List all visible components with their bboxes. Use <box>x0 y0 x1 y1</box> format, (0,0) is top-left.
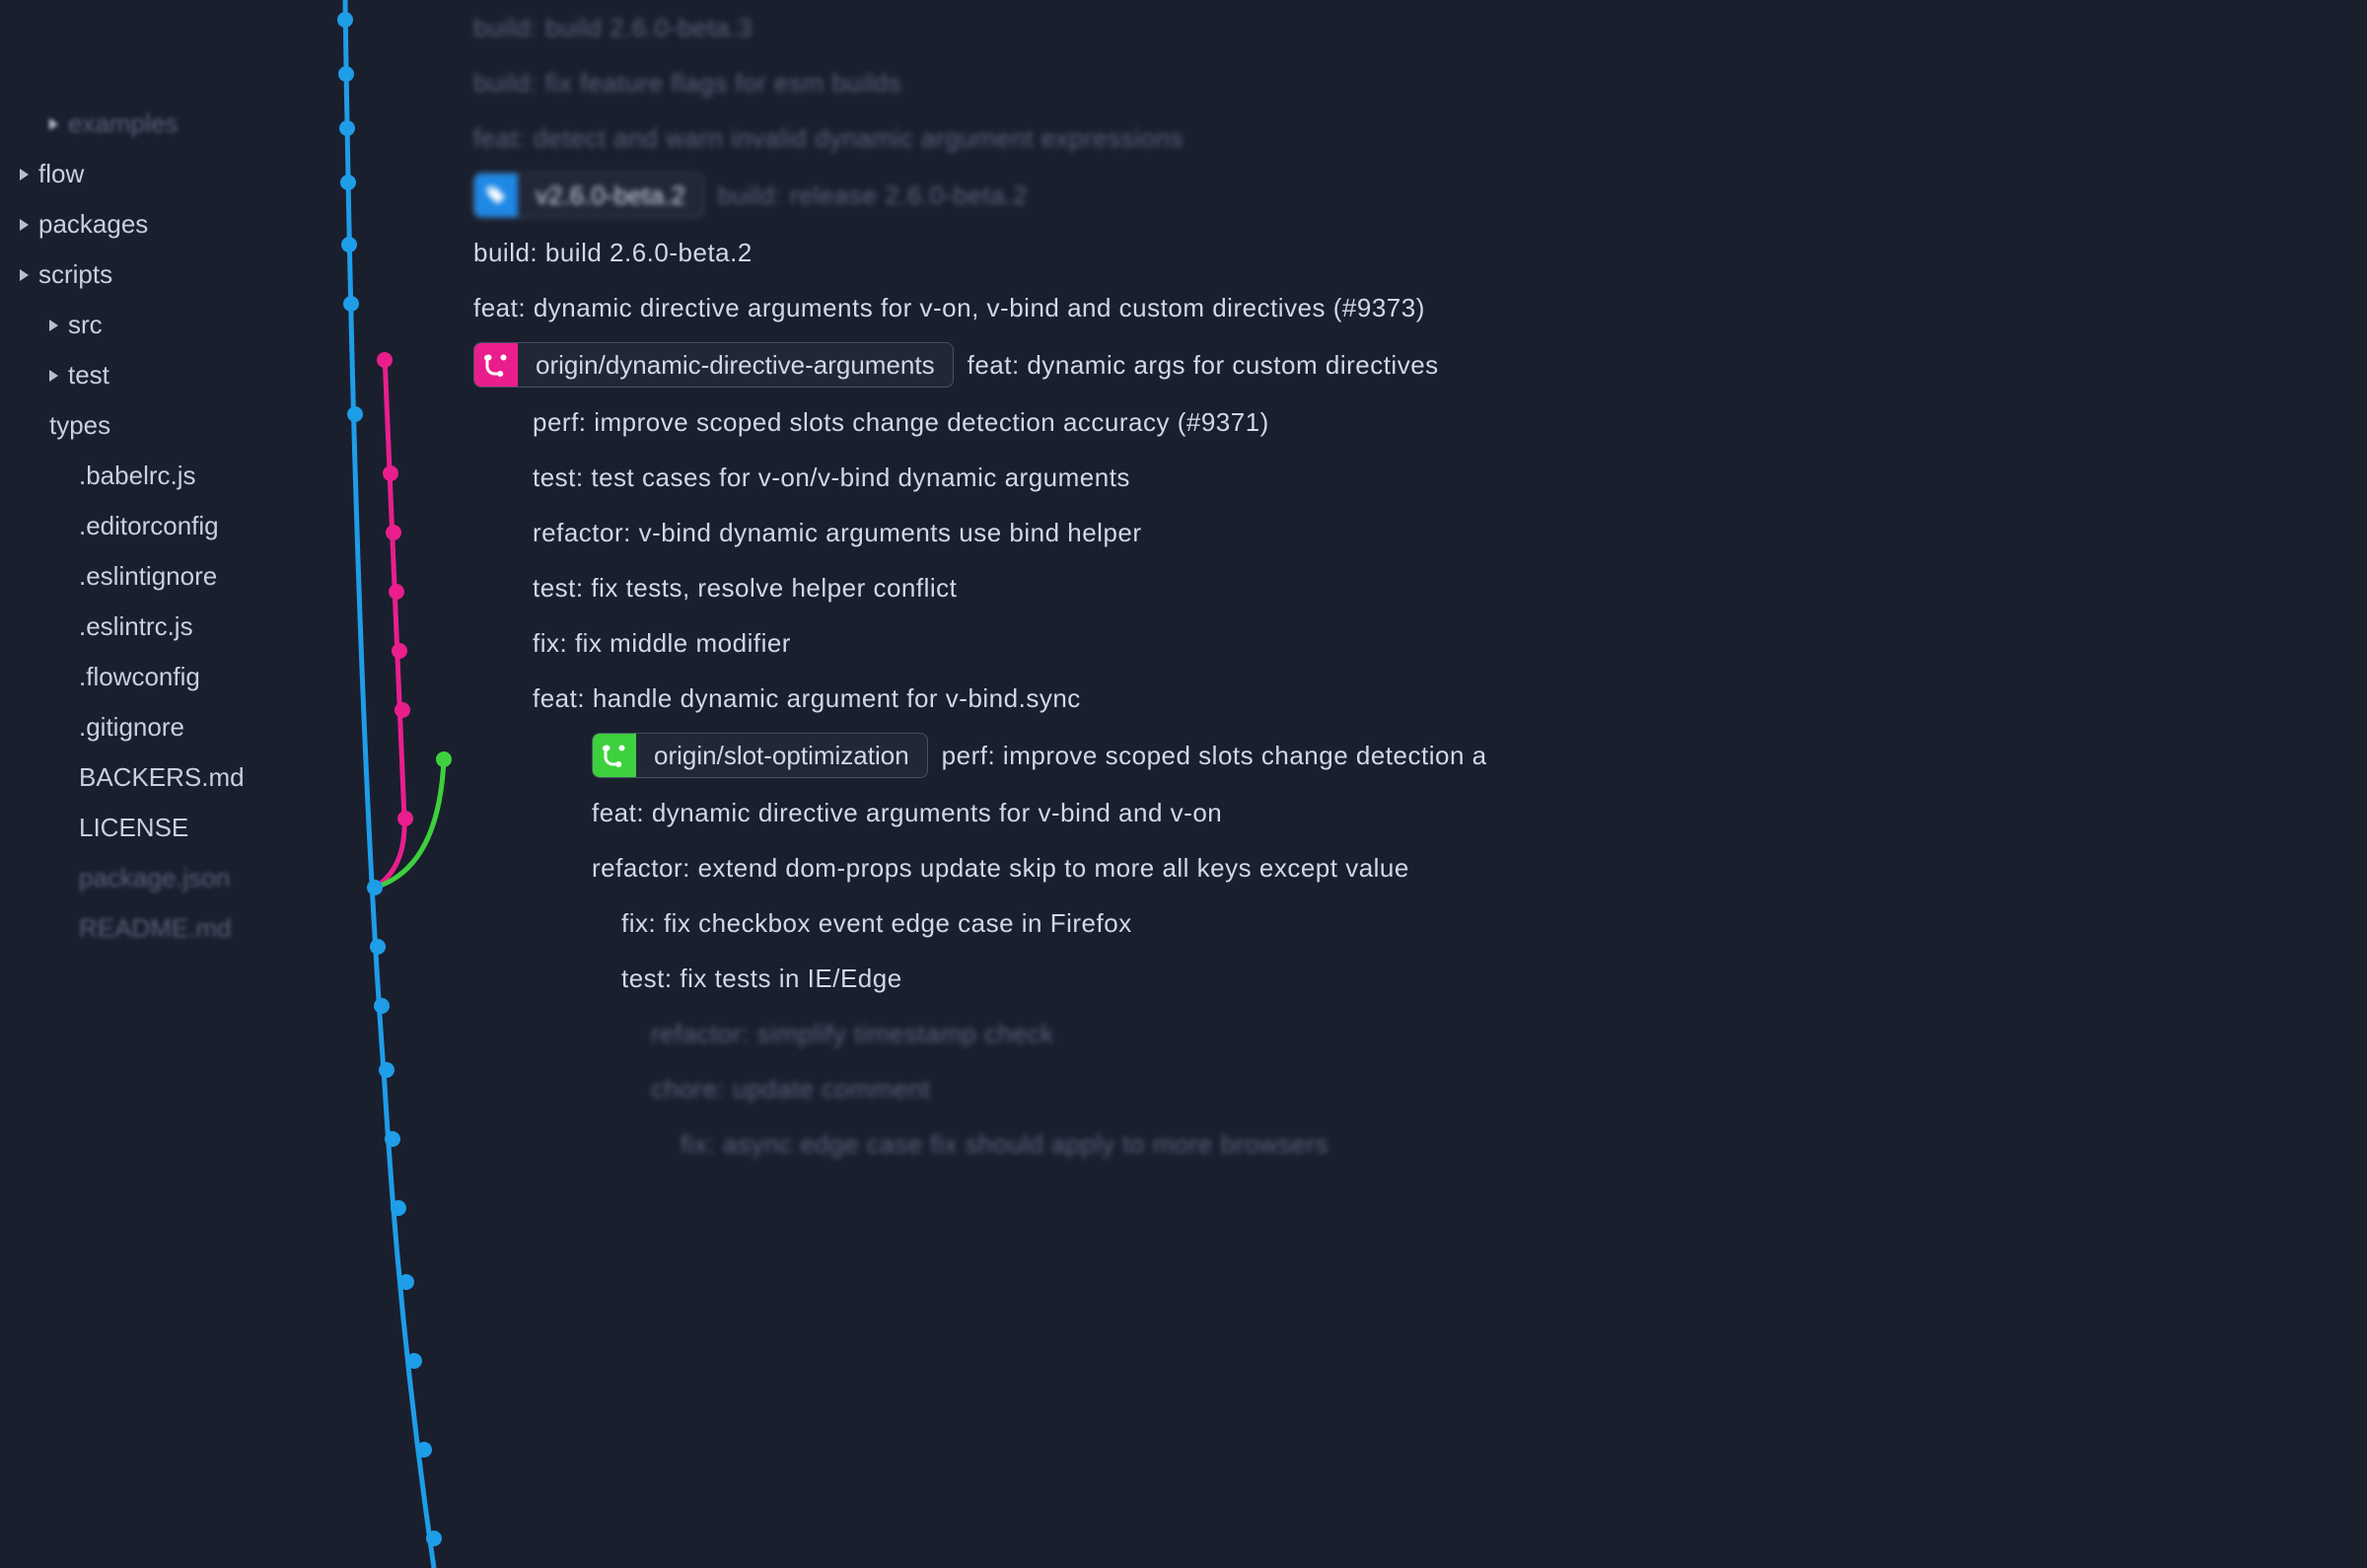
commit-message: feat: dynamic args for custom directives <box>968 350 1439 381</box>
commit-row[interactable]: fix: fix middle modifier <box>473 615 2367 671</box>
tree-item-unnamed-3[interactable] <box>20 79 316 99</box>
commit-row[interactable]: refactor: v-bind dynamic arguments use b… <box>473 505 2367 560</box>
tree-item-label: .flowconfig <box>79 662 200 692</box>
tree-item-examples[interactable]: examples <box>20 99 316 149</box>
chevron-right-icon <box>49 370 58 382</box>
tree-item-flow[interactable]: flow <box>20 149 316 199</box>
commit-message: feat: dynamic directive arguments for v-… <box>473 293 1425 323</box>
commit-row[interactable]: feat: detect and warn invalid dynamic ar… <box>473 110 2367 166</box>
tree-item-label: BACKERS.md <box>79 762 245 793</box>
tree-item-label: types <box>49 410 110 441</box>
tree-item-label: package.json <box>79 863 230 893</box>
commit-message: refactor: extend dom-props update skip t… <box>592 853 1409 884</box>
ref-tag[interactable]: v2.6.0-beta.2 <box>473 173 704 218</box>
commit-message: perf: improve scoped slots change detect… <box>533 407 1269 438</box>
commit-row[interactable]: build: build 2.6.0-beta.2 <box>473 225 2367 280</box>
commit-message: build: build 2.6.0-beta.2 <box>473 238 753 268</box>
commit-row[interactable]: v2.6.0-beta.2 build: release 2.6.0-beta.2 <box>473 166 2367 225</box>
commit-row[interactable]: test: fix tests, resolve helper conflict <box>473 560 2367 615</box>
ref-tag[interactable]: origin/slot-optimization <box>592 733 928 778</box>
commit-row[interactable]: test: fix tests in IE/Edge <box>473 951 2367 1006</box>
tag-icon <box>474 174 518 217</box>
commit-message: fix: async edge case fix should apply to… <box>681 1129 1328 1160</box>
commit-message: build: release 2.6.0-beta.2 <box>718 180 1028 211</box>
commit-row[interactable]: build: fix feature flags for esm builds <box>473 55 2367 110</box>
commit-row[interactable]: refactor: extend dom-props update skip t… <box>473 840 2367 895</box>
tree-item-.editorconfig[interactable]: .editorconfig <box>20 501 316 551</box>
commit-row[interactable]: test: test cases for v-on/v-bind dynamic… <box>473 450 2367 505</box>
tree-item-LICENSE[interactable]: LICENSE <box>20 803 316 853</box>
tree-item-label: .babelrc.js <box>79 461 196 491</box>
commit-row[interactable]: fix: async edge case fix should apply to… <box>473 1116 2367 1172</box>
commit-message: feat: dynamic directive arguments for v-… <box>592 798 1222 828</box>
tree-item-unnamed-0[interactable] <box>20 20 316 39</box>
commit-row[interactable]: origin/dynamic-directive-arguments feat: … <box>473 335 2367 394</box>
commit-message: test: test cases for v-on/v-bind dynamic… <box>533 463 1130 493</box>
tree-item-BACKERS.md[interactable]: BACKERS.md <box>20 752 316 803</box>
tree-item-.eslintignore[interactable]: .eslintignore <box>20 551 316 602</box>
commit-message: build: fix feature flags for esm builds <box>473 68 901 99</box>
tree-item-label: .editorconfig <box>79 511 219 541</box>
tree-item-label: README.md <box>79 913 232 944</box>
commit-message: perf: improve scoped slots change detect… <box>942 741 1487 771</box>
chevron-right-icon <box>20 269 29 281</box>
git-branch-icon <box>474 343 518 387</box>
tree-item-package.json[interactable]: package.json <box>20 853 316 903</box>
commit-row[interactable]: perf: improve scoped slots change detect… <box>473 394 2367 450</box>
commit-row[interactable]: feat: dynamic directive arguments for v-… <box>473 785 2367 840</box>
commit-row[interactable]: origin/slot-optimization perf: improve sc… <box>473 726 2367 785</box>
commit-row[interactable]: feat: handle dynamic argument for v-bind… <box>473 671 2367 726</box>
tree-item-label: .eslintrc.js <box>79 611 193 642</box>
commit-row[interactable]: fix: fix checkbox event edge case in Fir… <box>473 895 2367 951</box>
git-graph-panel: build: build 2.6.0-beta.3 build: fix feat… <box>316 0 2367 1568</box>
commit-message: refactor: simplify timestamp check <box>651 1019 1054 1049</box>
tree-item-scripts[interactable]: scripts <box>20 249 316 300</box>
tree-item-label: flow <box>38 159 84 189</box>
tree-item-unnamed-1[interactable] <box>20 39 316 59</box>
ref-tag-label: origin/dynamic-directive-arguments <box>518 344 953 387</box>
ref-tag-label: v2.6.0-beta.2 <box>518 175 703 217</box>
commit-message: test: fix tests in IE/Edge <box>621 963 902 994</box>
tree-item-label: .gitignore <box>79 712 184 743</box>
file-tree-sidebar: examples flow packages scripts src test types.… <box>0 0 316 1568</box>
commit-message: fix: fix middle modifier <box>533 628 791 659</box>
chevron-right-icon <box>20 169 29 180</box>
commit-message: refactor: v-bind dynamic arguments use b… <box>533 518 1142 548</box>
tree-item-label: scripts <box>38 259 112 290</box>
tree-item-types[interactable]: types <box>20 400 316 451</box>
chevron-right-icon <box>49 118 58 130</box>
tree-item-label: examples <box>68 108 178 139</box>
chevron-right-icon <box>20 219 29 231</box>
tree-item-label: test <box>68 360 109 391</box>
commit-message: fix: fix checkbox event edge case in Fir… <box>621 908 1132 939</box>
commit-message: test: fix tests, resolve helper conflict <box>533 573 957 604</box>
commit-message: build: build 2.6.0-beta.3 <box>473 13 753 43</box>
ref-tag-label: origin/slot-optimization <box>636 735 927 777</box>
tree-item-.babelrc.js[interactable]: .babelrc.js <box>20 451 316 501</box>
tree-item-label: packages <box>38 209 148 240</box>
commit-message: chore: update comment <box>651 1074 931 1105</box>
tree-item-src[interactable]: src <box>20 300 316 350</box>
tree-item-test[interactable]: test <box>20 350 316 400</box>
commit-row[interactable]: chore: update comment <box>473 1061 2367 1116</box>
tree-item-unnamed-2[interactable] <box>20 59 316 79</box>
ref-tag[interactable]: origin/dynamic-directive-arguments <box>473 342 954 388</box>
tree-item-label: .eslintignore <box>79 561 217 592</box>
tree-item-label: LICENSE <box>79 813 188 843</box>
commit-message: feat: detect and warn invalid dynamic ar… <box>473 123 1184 154</box>
tree-item-label: src <box>68 310 103 340</box>
tree-item-README.md[interactable]: README.md <box>20 903 316 954</box>
commit-row[interactable]: feat: dynamic directive arguments for v-… <box>473 280 2367 335</box>
commit-row[interactable]: refactor: simplify timestamp check <box>473 1006 2367 1061</box>
tree-item-packages[interactable]: packages <box>20 199 316 249</box>
git-branch-icon <box>593 734 636 777</box>
commit-row[interactable]: build: build 2.6.0-beta.3 <box>473 0 2367 55</box>
tree-item-.eslintrc.js[interactable]: .eslintrc.js <box>20 602 316 652</box>
tree-item-.flowconfig[interactable]: .flowconfig <box>20 652 316 702</box>
commit-message: feat: handle dynamic argument for v-bind… <box>533 683 1081 714</box>
tree-item-.gitignore[interactable]: .gitignore <box>20 702 316 752</box>
chevron-right-icon <box>49 320 58 331</box>
